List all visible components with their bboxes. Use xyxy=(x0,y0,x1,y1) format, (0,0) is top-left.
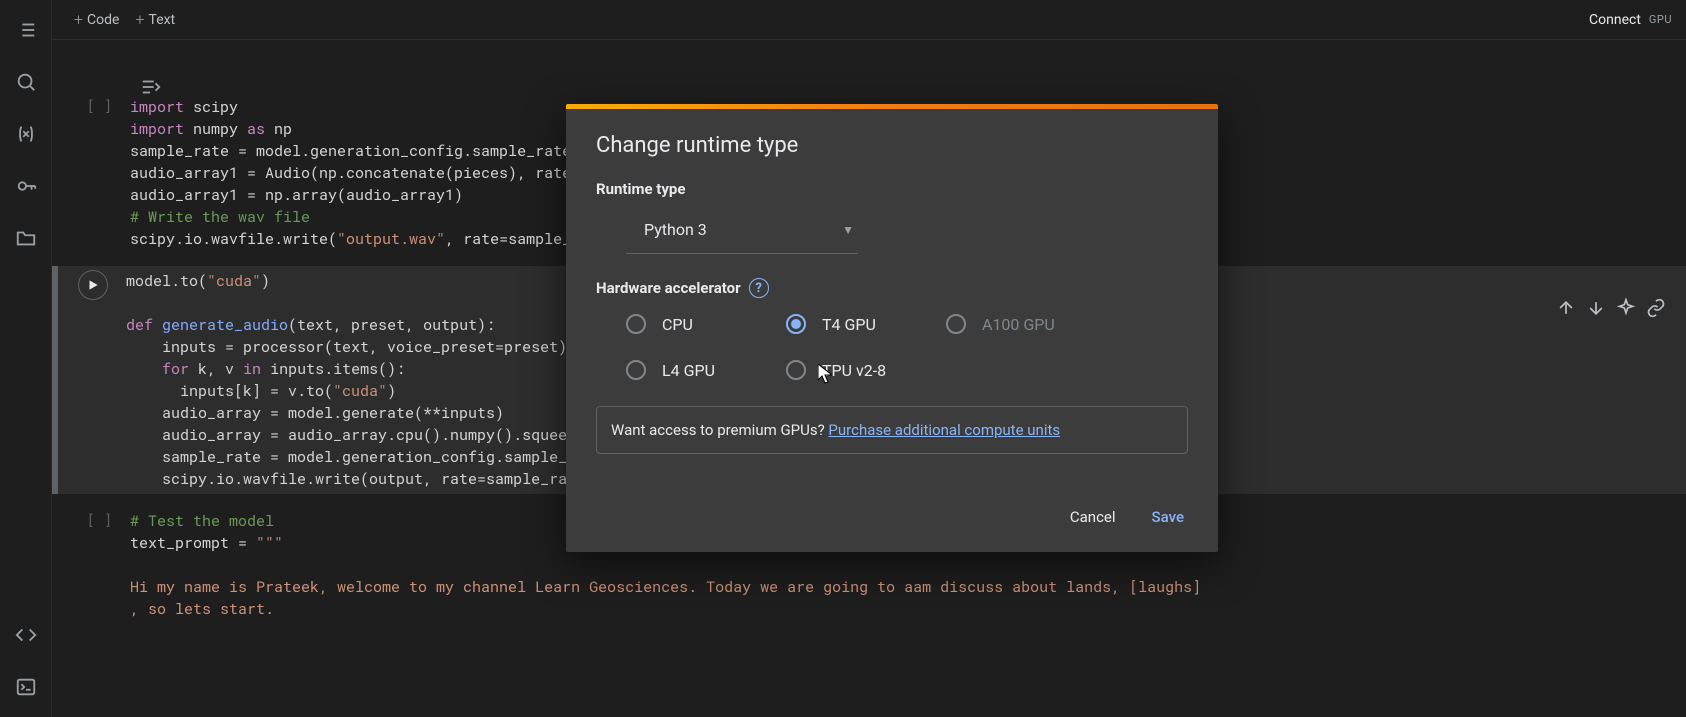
upsell-box: Want access to premium GPUs? Purchase ad… xyxy=(596,406,1188,454)
cell-toolbar xyxy=(1548,292,1674,324)
accel-option-cpu[interactable]: CPU xyxy=(626,314,726,334)
reformat-icon[interactable] xyxy=(140,76,162,102)
move-down-icon[interactable] xyxy=(1586,298,1606,318)
sparkle-icon[interactable] xyxy=(1616,298,1636,318)
add-text-button[interactable]: + Text xyxy=(127,6,183,33)
accel-option-tpu[interactable]: TPU v2-8 xyxy=(786,360,886,380)
runtime-type-label: Runtime type xyxy=(596,180,1188,198)
upsell-link[interactable]: Purchase additional compute units xyxy=(828,421,1060,439)
play-icon[interactable] xyxy=(78,270,108,300)
plus-icon: + xyxy=(74,10,83,29)
terminal-icon[interactable] xyxy=(14,675,38,699)
radio-icon xyxy=(626,314,646,334)
add-text-label: Text xyxy=(149,12,176,28)
add-code-label: Code xyxy=(87,12,119,28)
modal-actions: Cancel Save xyxy=(596,502,1188,532)
accel-option-a100[interactable]: A100 GPU xyxy=(946,314,1055,334)
cancel-button[interactable]: Cancel xyxy=(1066,502,1120,532)
runtime-badge: GPU xyxy=(1649,13,1672,26)
chevron-down-icon: ▼ xyxy=(842,223,854,237)
radio-icon xyxy=(626,360,646,380)
accelerator-label: Hardware accelerator ? xyxy=(596,278,1188,298)
plus-icon: + xyxy=(135,10,144,29)
runtime-type-value: Python 3 xyxy=(644,220,707,239)
search-icon[interactable] xyxy=(14,70,38,94)
top-toolbar: + Code + Text Connect GPU xyxy=(52,0,1686,40)
help-icon[interactable]: ? xyxy=(749,278,769,298)
files-icon[interactable] xyxy=(14,226,38,250)
cell-exec-button[interactable]: [ ] xyxy=(80,92,112,254)
radio-icon xyxy=(786,314,806,334)
move-up-icon[interactable] xyxy=(1556,298,1576,318)
accel-option-t4[interactable]: T4 GPU xyxy=(786,314,886,334)
left-rail xyxy=(0,0,52,717)
accelerator-radio-group: CPU T4 GPU A100 GPU L4 GPU TPU v2-8 xyxy=(626,314,1186,380)
upsell-text: Want access to premium GPUs? xyxy=(611,421,828,439)
secrets-icon[interactable] xyxy=(14,174,38,198)
variables-icon[interactable] xyxy=(14,122,38,146)
modal-title: Change runtime type xyxy=(596,133,1188,158)
accel-option-l4[interactable]: L4 GPU xyxy=(626,360,726,380)
radio-icon xyxy=(786,360,806,380)
toc-icon[interactable] xyxy=(14,18,38,42)
runtime-type-select[interactable]: Python 3 ▼ xyxy=(626,206,858,254)
connect-button[interactable]: Connect xyxy=(1589,12,1641,28)
cell-exec-button[interactable]: [ ] xyxy=(80,506,112,624)
runtime-modal: Change runtime type Runtime type Python … xyxy=(566,104,1218,552)
save-button[interactable]: Save xyxy=(1148,502,1188,532)
add-code-button[interactable]: + Code xyxy=(66,6,127,33)
code-snippets-icon[interactable] xyxy=(14,623,38,647)
radio-icon xyxy=(946,314,966,334)
link-icon[interactable] xyxy=(1646,298,1666,318)
cell-run-button[interactable] xyxy=(76,266,108,494)
